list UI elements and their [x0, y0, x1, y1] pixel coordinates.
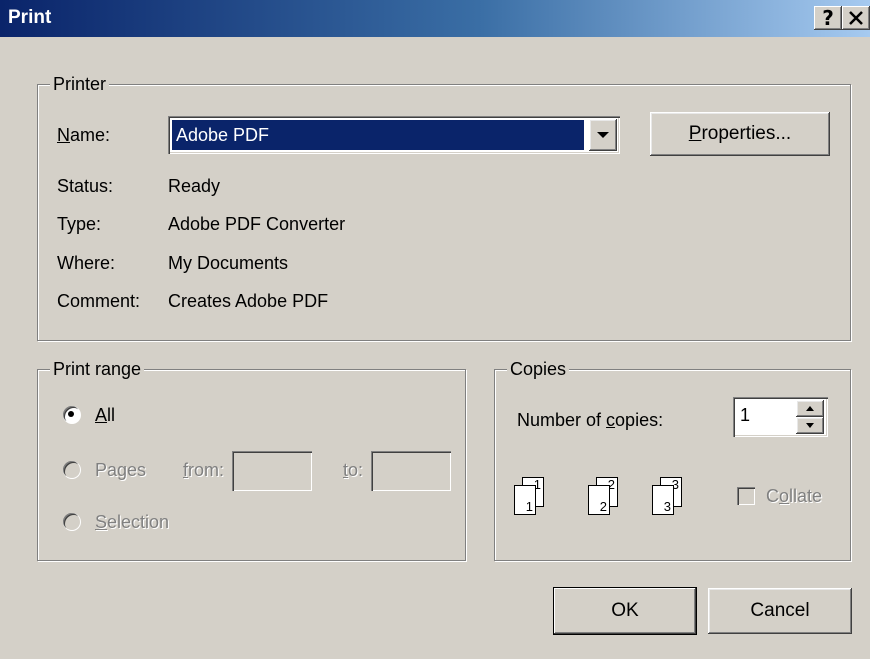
comment-value: Creates Adobe PDF — [168, 291, 329, 311]
to-page-input[interactable] — [371, 451, 451, 491]
printer-name-selected: Adobe PDF — [172, 120, 584, 150]
printer-dropdown-button[interactable] — [589, 119, 617, 151]
type-label: Type: — [57, 214, 102, 234]
page-icon: 2 — [588, 485, 610, 515]
from-label: from: — [183, 460, 225, 480]
properties-button[interactable]: Properties... — [650, 112, 830, 156]
cancel-button[interactable]: Cancel — [708, 588, 852, 634]
status-value: Ready — [168, 176, 221, 196]
comment-label: Comment: — [57, 291, 141, 311]
ok-button[interactable]: OK — [554, 588, 696, 634]
page-icon: 1 — [514, 485, 536, 515]
page-icon: 3 — [652, 485, 674, 515]
copies-decrement-button[interactable] — [796, 417, 824, 434]
arrow-up-icon — [806, 406, 814, 411]
radio-selection[interactable] — [63, 513, 81, 531]
radio-all-label[interactable]: All — [95, 405, 115, 426]
collate-label[interactable]: Collate — [766, 486, 822, 507]
title-bar[interactable] — [0, 0, 870, 37]
print-range-legend: Print range — [50, 359, 145, 379]
chevron-down-icon — [597, 132, 609, 138]
collate-checkbox[interactable] — [737, 487, 755, 505]
radio-pages[interactable] — [63, 461, 81, 479]
collate-illustration: 1 1 2 2 3 3 — [514, 473, 714, 533]
to-label: to: — [343, 460, 364, 480]
help-button[interactable]: ? — [814, 6, 842, 30]
printer-group-legend: Printer — [50, 74, 110, 94]
help-icon: ? — [822, 6, 834, 30]
arrow-down-icon — [806, 423, 814, 428]
type-value: Adobe PDF Converter — [168, 214, 346, 234]
copies-value: 1 — [740, 405, 751, 425]
from-page-input[interactable] — [232, 451, 312, 491]
close-button[interactable] — [842, 6, 870, 30]
copies-increment-button[interactable] — [796, 400, 824, 417]
where-value: My Documents — [168, 253, 289, 273]
radio-all[interactable] — [63, 406, 81, 424]
where-label: Where: — [57, 253, 116, 273]
status-label: Status: — [57, 176, 114, 196]
number-of-copies-label: Number of copies: — [517, 410, 664, 430]
copies-legend: Copies — [507, 359, 570, 379]
radio-pages-label[interactable]: Pages — [95, 460, 146, 481]
window-title: Print — [8, 7, 52, 28]
radio-selection-label[interactable]: Selection — [95, 512, 169, 533]
close-icon — [849, 11, 863, 25]
name-label: Name: — [57, 125, 111, 145]
